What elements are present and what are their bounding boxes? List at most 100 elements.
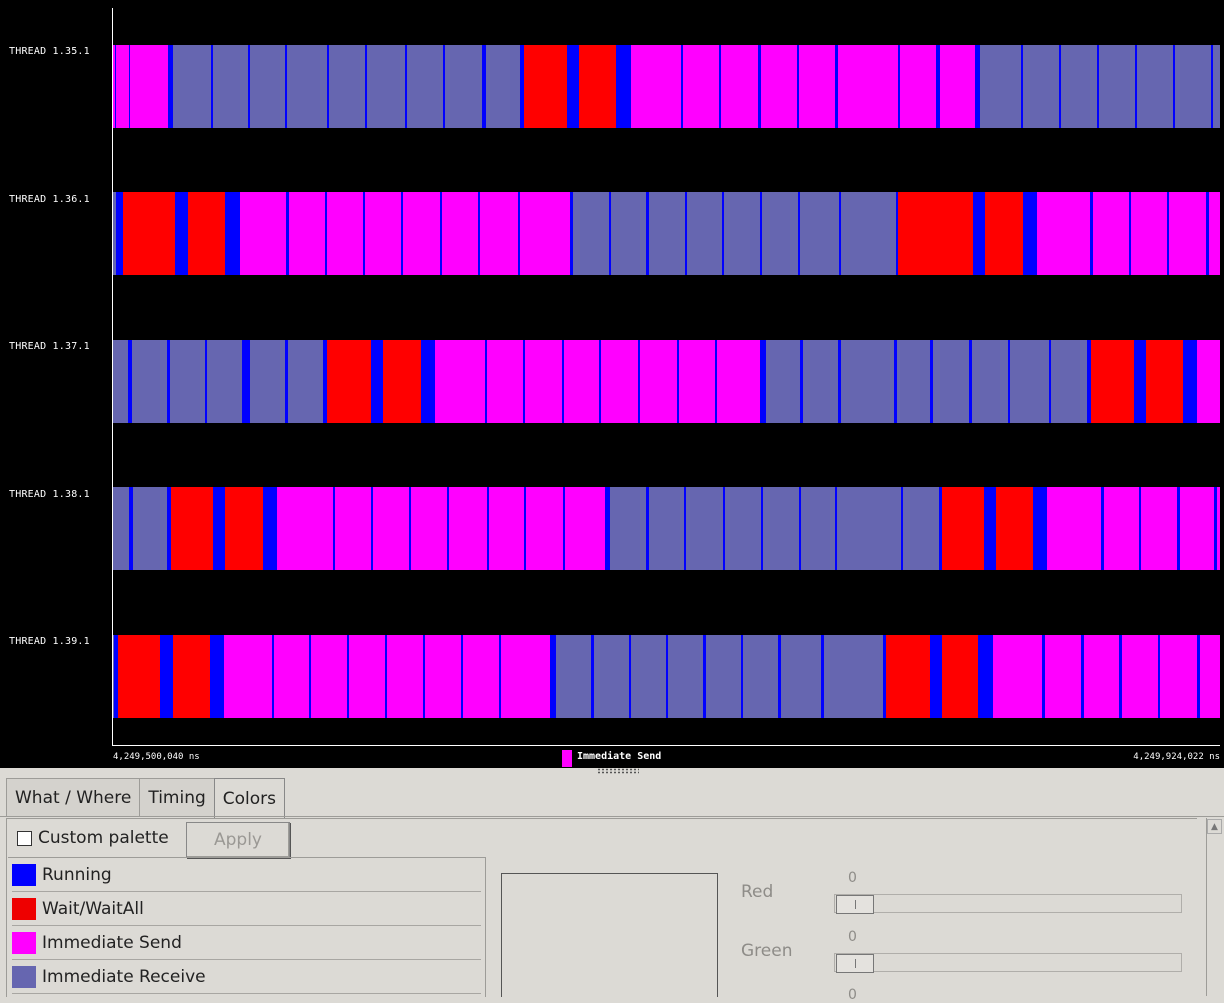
state-segment-irecv[interactable] [841, 192, 896, 275]
state-segment-isend[interactable] [1217, 487, 1220, 570]
state-segment-irecv[interactable] [250, 340, 285, 423]
state-segment-wait[interactable] [898, 192, 973, 275]
state-segment-isend[interactable] [993, 635, 1042, 718]
state-segment-isend[interactable] [1037, 192, 1090, 275]
state-segment-isend[interactable] [435, 340, 485, 423]
state-segment-wait[interactable] [886, 635, 930, 718]
state-segment-isend[interactable] [1093, 192, 1129, 275]
state-segment-running[interactable] [984, 487, 996, 570]
state-segment-isend[interactable] [1131, 192, 1167, 275]
state-segment-wait[interactable] [942, 487, 984, 570]
state-segment-isend[interactable] [289, 192, 325, 275]
state-segment-irecv[interactable] [1175, 45, 1211, 128]
state-segment-irecv[interactable] [611, 192, 646, 275]
tab-colors[interactable]: Colors [213, 778, 286, 818]
state-segment-wait[interactable] [188, 192, 225, 275]
state-segment-irecv[interactable] [1213, 45, 1220, 128]
state-segment-running[interactable] [175, 192, 188, 275]
pane-splitter-grip[interactable] [597, 768, 639, 774]
state-segment-isend[interactable] [116, 45, 129, 128]
state-segment-irecv[interactable] [897, 340, 930, 423]
state-segment-running[interactable] [567, 45, 579, 128]
state-segment-wait[interactable] [171, 487, 213, 570]
state-segment-irecv[interactable] [207, 340, 242, 423]
color-list-item-wait[interactable]: Wait/WaitAll [8, 892, 485, 926]
state-segment-irecv[interactable] [686, 487, 723, 570]
state-segment-isend[interactable] [240, 192, 286, 275]
state-segment-irecv[interactable] [766, 340, 800, 423]
thread-row-3[interactable] [113, 340, 1220, 423]
state-segment-isend[interactable] [327, 192, 363, 275]
state-segment-irecv[interactable] [933, 340, 969, 423]
state-segment-isend[interactable] [940, 45, 975, 128]
state-segment-isend[interactable] [679, 340, 715, 423]
state-segment-isend[interactable] [349, 635, 385, 718]
state-segment-running[interactable] [1134, 340, 1146, 423]
state-segment-irecv[interactable] [837, 487, 901, 570]
state-segment-isend[interactable] [900, 45, 936, 128]
state-segment-irecv[interactable] [724, 192, 760, 275]
state-segment-isend[interactable] [1197, 340, 1220, 423]
state-segment-isend[interactable] [520, 192, 570, 275]
state-segment-running[interactable] [973, 192, 985, 275]
state-segment-running[interactable] [160, 635, 173, 718]
state-segment-irecv[interactable] [1099, 45, 1135, 128]
state-segment-running[interactable] [1183, 340, 1197, 423]
state-segment-irecv[interactable] [287, 45, 327, 128]
color-list-item-running[interactable]: Running [8, 858, 485, 892]
state-segment-isend[interactable] [425, 635, 461, 718]
state-segment-isend[interactable] [411, 487, 447, 570]
state-segment-isend[interactable] [463, 635, 499, 718]
state-segment-isend[interactable] [274, 635, 309, 718]
tab-timing[interactable]: Timing [139, 778, 215, 817]
state-segment-isend[interactable] [799, 45, 835, 128]
state-segment-irecv[interactable] [288, 340, 323, 423]
state-segment-irecv[interactable] [329, 45, 365, 128]
state-segment-irecv[interactable] [706, 635, 741, 718]
state-segment-isend[interactable] [1160, 635, 1197, 718]
state-segment-isend[interactable] [1200, 635, 1220, 718]
state-segment-irecv[interactable] [903, 487, 939, 570]
state-segment-irecv[interactable] [980, 45, 1021, 128]
color-list-item-immediate-send[interactable]: Immediate Send [8, 926, 485, 960]
state-segment-isend[interactable] [365, 192, 401, 275]
state-segment-isend[interactable] [631, 45, 681, 128]
state-segment-irecv[interactable] [1023, 45, 1059, 128]
state-segment-isend[interactable] [1045, 635, 1081, 718]
state-segment-isend[interactable] [761, 45, 797, 128]
state-segment-irecv[interactable] [649, 487, 684, 570]
state-segment-running[interactable] [421, 340, 435, 423]
state-segment-isend[interactable] [373, 487, 409, 570]
state-segment-irecv[interactable] [594, 635, 629, 718]
thread-row-4[interactable] [113, 487, 1220, 570]
state-segment-wait[interactable] [1091, 340, 1134, 423]
green-slider-handle[interactable] [836, 954, 874, 973]
state-segment-isend[interactable] [1104, 487, 1139, 570]
red-slider[interactable] [834, 894, 1182, 914]
state-segment-isend[interactable] [501, 635, 550, 718]
state-segment-isend[interactable] [449, 487, 487, 570]
state-segment-isend[interactable] [403, 192, 440, 275]
thread-row-1[interactable] [113, 45, 1220, 128]
state-segment-irecv[interactable] [743, 635, 778, 718]
state-segment-irecv[interactable] [445, 45, 482, 128]
state-segment-isend[interactable] [683, 45, 719, 128]
state-segment-isend[interactable] [721, 45, 758, 128]
state-segment-isend[interactable] [480, 192, 518, 275]
state-segment-isend[interactable] [487, 340, 523, 423]
state-segment-irecv[interactable] [841, 340, 894, 423]
state-segment-irecv[interactable] [213, 45, 248, 128]
state-segment-irecv[interactable] [367, 45, 405, 128]
green-slider[interactable] [834, 953, 1182, 973]
state-segment-wait[interactable] [173, 635, 210, 718]
state-segment-isend[interactable] [565, 487, 605, 570]
state-segment-irecv[interactable] [972, 340, 1008, 423]
thread-row-2[interactable] [113, 192, 1220, 275]
state-segment-running[interactable] [1023, 192, 1037, 275]
state-segment-wait[interactable] [1146, 340, 1183, 423]
state-segment-irecv[interactable] [556, 635, 591, 718]
state-segment-irecv[interactable] [668, 635, 703, 718]
state-segment-irecv[interactable] [1010, 340, 1049, 423]
state-segment-wait[interactable] [123, 192, 175, 275]
thread-row-5[interactable] [113, 635, 1220, 718]
